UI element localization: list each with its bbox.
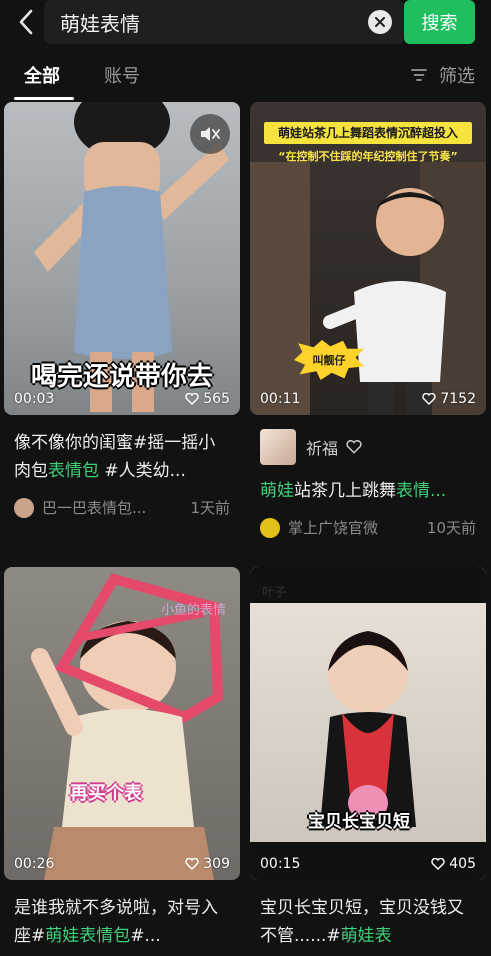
like-count-value: 309 [203,856,230,872]
card-meta: 掌上广饶官微 10天前 [260,517,476,538]
video-caption: 宝贝长宝贝短 [308,812,410,832]
video-title[interactable]: 宝贝长宝贝短，宝贝没钱又不管......#萌娃表 [260,894,476,950]
hashtag-link[interactable]: 萌娃 [260,481,294,501]
video-banner-subtitle: “在控制不住踩的年纪控制住了节奏” [278,150,458,163]
search-query[interactable]: 萌娃表情 [60,8,140,37]
video-caption: 再买个表 [70,783,142,804]
heart-icon [185,858,199,870]
filter-icon [411,69,427,81]
hashtag-link[interactable]: 表情... [396,481,446,501]
avatar[interactable] [260,429,296,465]
like-count: 309 [185,856,230,872]
video-title[interactable]: 是谁我就不多说啦，对号入座#萌娃表情包#... [14,894,230,950]
heart-icon [185,393,199,405]
like-count-value: 565 [203,391,230,407]
video-card[interactable]: 萌娃站茶几上舞蹈表情沉醉超投入 “在控制不住踩的年纪控制住了节奏” 叫靓仔 00… [250,102,486,538]
title-text: 站茶几上跳舞 [294,481,396,501]
featured-author-name: 祈福 [306,439,339,458]
hashtag-link[interactable]: 萌娃表 [341,926,392,946]
author-name[interactable]: 巴一巴表情包... [42,497,182,518]
author-name[interactable]: 掌上广饶官微 [288,517,419,538]
avatar[interactable] [260,517,280,538]
video-title[interactable]: 萌娃站茶几上跳舞表情... [260,477,476,505]
video-title[interactable]: 像不像你的闺蜜#摇一摇小肉包表情包 #人类幼... [14,429,230,485]
search-input[interactable]: 萌娃表情 [44,0,404,44]
watermark: 小鱼的表情 [160,603,226,618]
heart-icon [431,858,445,870]
like-count-value: 7152 [440,391,476,407]
avatar[interactable] [14,497,34,518]
card-meta: 巴一巴表情包... 1天前 [14,497,230,518]
hashtag-link[interactable]: 萌娃表情包 [45,926,130,946]
tab-all[interactable]: 全部 [24,62,60,88]
video-duration: 00:26 [14,856,55,872]
like-count: 565 [185,391,230,407]
tab-bar: 全部 账号 筛选 [0,56,491,100]
video-duration: 00:15 [260,856,301,872]
video-thumbnail[interactable]: 萌娃站茶几上舞蹈表情沉醉超投入 “在控制不住踩的年纪控制住了节奏” 叫靓仔 00… [250,102,486,415]
video-card[interactable]: 喝完还说带你去 00:03 565 像不像你的闺蜜#摇一摇小肉包表情包 #人类幼… [4,102,240,518]
video-tag: 叶子 [262,585,287,599]
filter-label: 筛选 [439,66,475,87]
video-card[interactable]: 叶子 宝贝长宝贝短 00:15 405 宝贝长宝贝短，宝贝没钱又不管......… [250,567,486,950]
video-caption: 喝完还说带你去 [30,362,213,392]
video-thumbnail[interactable]: 喝完还说带你去 00:03 565 [4,102,240,415]
like-count: 7152 [422,391,476,407]
speaker-muted-icon [201,127,220,141]
title-text: #... [130,926,161,946]
back-arrow-icon [19,9,33,35]
video-duration: 00:03 [14,391,55,407]
heart-icon [422,393,437,405]
like-count-value: 405 [449,856,476,872]
video-banner: 萌娃站茶几上舞蹈表情沉醉超投入 [264,122,472,144]
featured-author[interactable]: 祈福 [260,429,476,465]
clear-search-button[interactable] [368,10,392,34]
title-text: #人类幼... [99,461,186,481]
like-count: 405 [431,856,476,872]
hashtag-link[interactable]: 表情包 [48,461,99,481]
filter-button[interactable]: 筛选 [411,62,475,88]
post-time: 1天前 [190,499,230,517]
post-time: 10天前 [426,519,476,537]
mute-button[interactable] [190,114,230,154]
tab-underline [14,97,74,100]
close-icon [375,17,385,27]
heart-icon[interactable] [346,440,362,454]
search-button[interactable]: 搜索 [404,0,475,44]
tab-account[interactable]: 账号 [104,62,140,88]
child-illustration [320,631,416,827]
video-duration: 00:11 [260,391,301,407]
back-button[interactable] [8,4,44,40]
video-card[interactable]: 小鱼的表情 再买个表 00:26 309 是谁我就不多说啦，对号入座#萌娃表情包… [4,567,240,950]
video-thumbnail[interactable]: 小鱼的表情 再买个表 00:26 309 [4,567,240,880]
top-bar: 萌娃表情 搜索 [0,0,491,48]
video-thumbnail[interactable]: 叶子 宝贝长宝贝短 00:15 405 [250,567,486,880]
